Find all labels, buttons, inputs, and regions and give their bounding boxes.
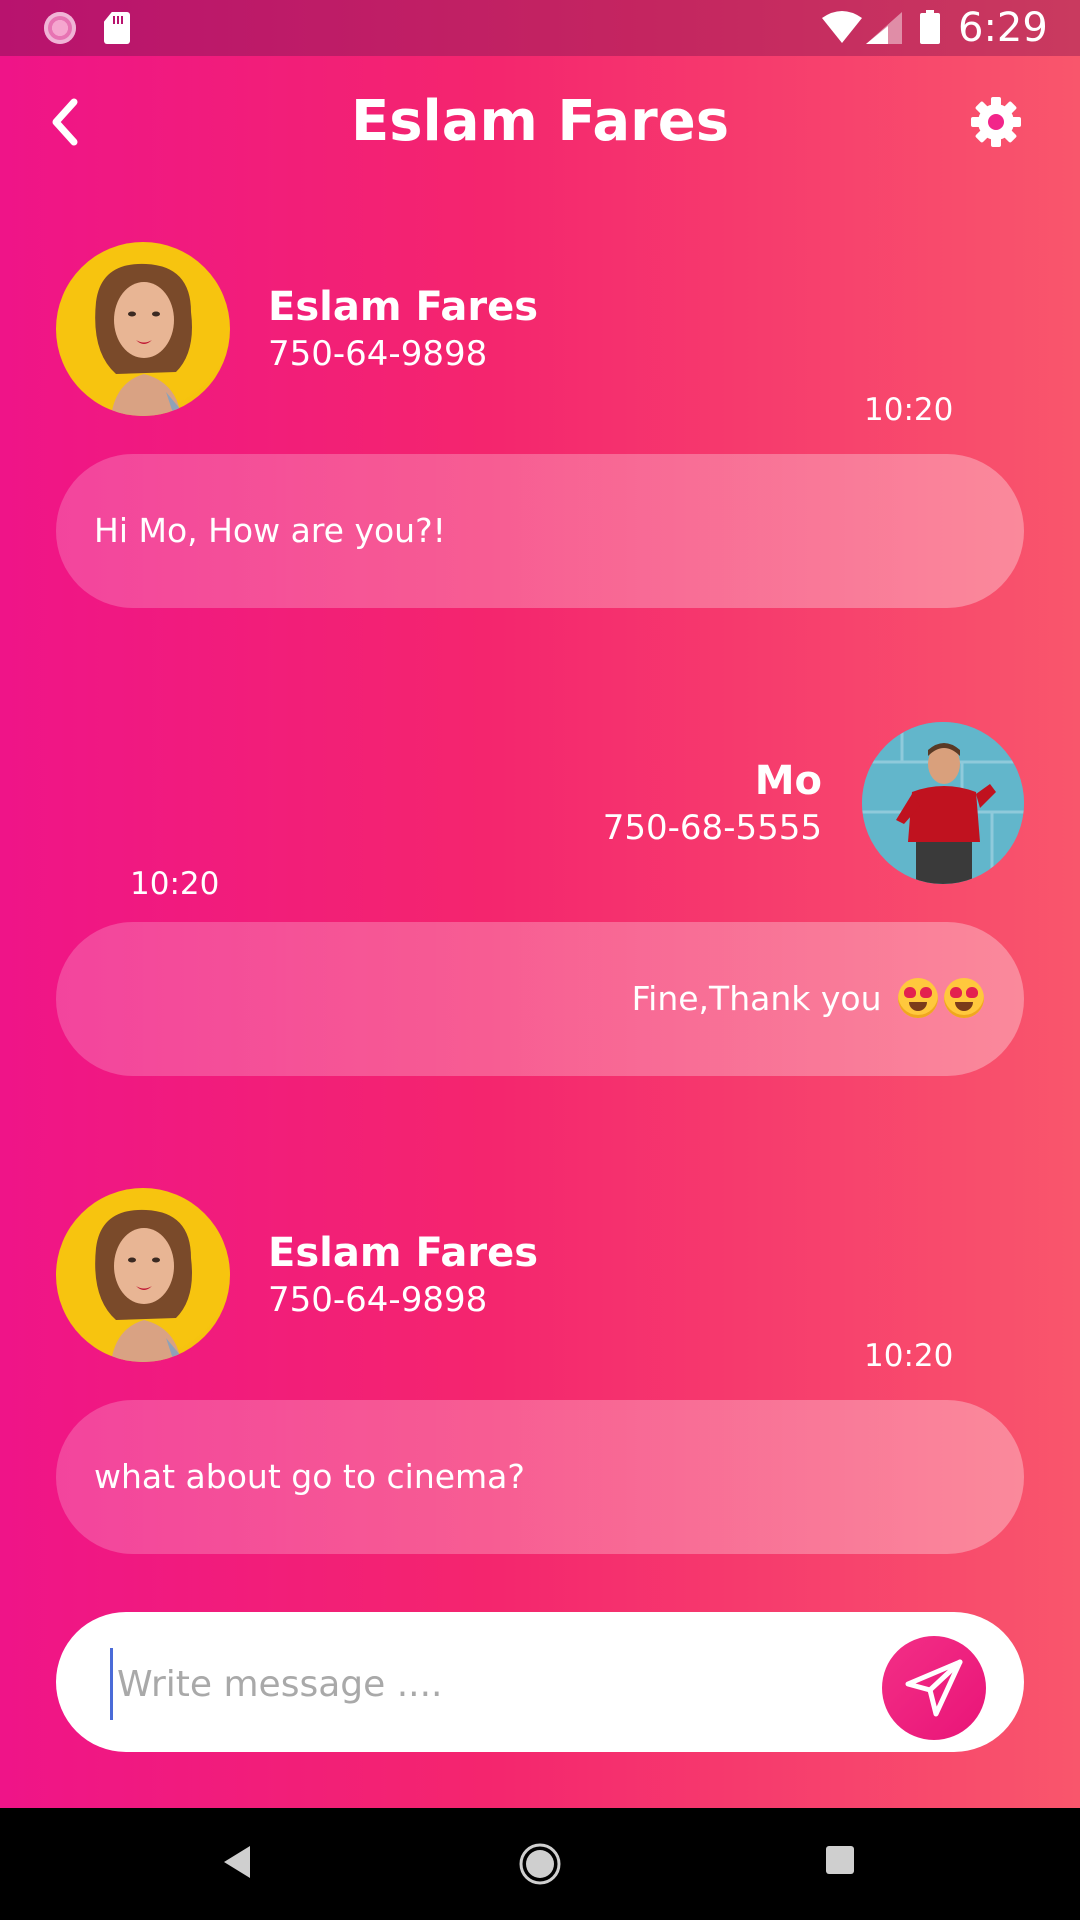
system-nav-bar: [0, 1808, 1080, 1920]
battery-icon: [920, 10, 940, 44]
sender-name: Eslam Fares: [268, 1230, 539, 1276]
sender-phone: 750-64-9898: [268, 334, 488, 374]
avatar[interactable]: [56, 242, 230, 416]
page-title: Eslam Fares: [350, 89, 730, 154]
sender-name: Eslam Fares: [268, 284, 539, 330]
sync-icon: [44, 12, 76, 44]
heart-eyes-emoji-icon: [944, 978, 984, 1018]
sd-card-icon: [104, 12, 130, 44]
message-composer: [56, 1612, 1024, 1752]
message-time: 10:20: [864, 392, 954, 428]
avatar[interactable]: [56, 1188, 230, 1362]
gear-icon[interactable]: [970, 96, 1022, 148]
message-time: 10:20: [130, 866, 220, 902]
message-bubble[interactable]: Hi Mo, How are you?!: [56, 454, 1024, 608]
heart-eyes-emoji-icon: [898, 978, 938, 1018]
wifi-icon: [822, 11, 862, 43]
message-text: Hi Mo, How are you?!: [94, 511, 446, 550]
send-button[interactable]: [882, 1636, 986, 1740]
sender-name: Mo: [754, 758, 822, 804]
message-text-row: Fine,Thank you: [632, 922, 984, 1076]
man-portrait: [862, 722, 1024, 884]
message-bubble[interactable]: what about go to cinema?: [56, 1400, 1024, 1554]
message-text: what about go to cinema?: [94, 1457, 525, 1496]
nav-back-icon[interactable]: [220, 1842, 254, 1882]
paper-plane-icon: [905, 1659, 963, 1717]
nav-home-icon[interactable]: [518, 1842, 562, 1886]
woman-portrait: [95, 1209, 192, 1362]
status-bar: 6:29: [0, 0, 1080, 56]
message-time: 10:20: [864, 1338, 954, 1374]
sender-phone: 750-64-9898: [268, 1280, 488, 1320]
avatar[interactable]: [862, 722, 1024, 884]
message-text: Fine,Thank you: [631, 979, 882, 1018]
nav-recents-icon[interactable]: [826, 1846, 854, 1874]
status-time: 6:29: [958, 5, 1048, 51]
message-input[interactable]: [110, 1648, 819, 1720]
message-bubble[interactable]: Fine,Thank you: [56, 922, 1024, 1076]
woman-portrait: [95, 263, 192, 416]
signal-icon: [866, 12, 902, 44]
sender-phone: 750-68-5555: [602, 808, 822, 848]
